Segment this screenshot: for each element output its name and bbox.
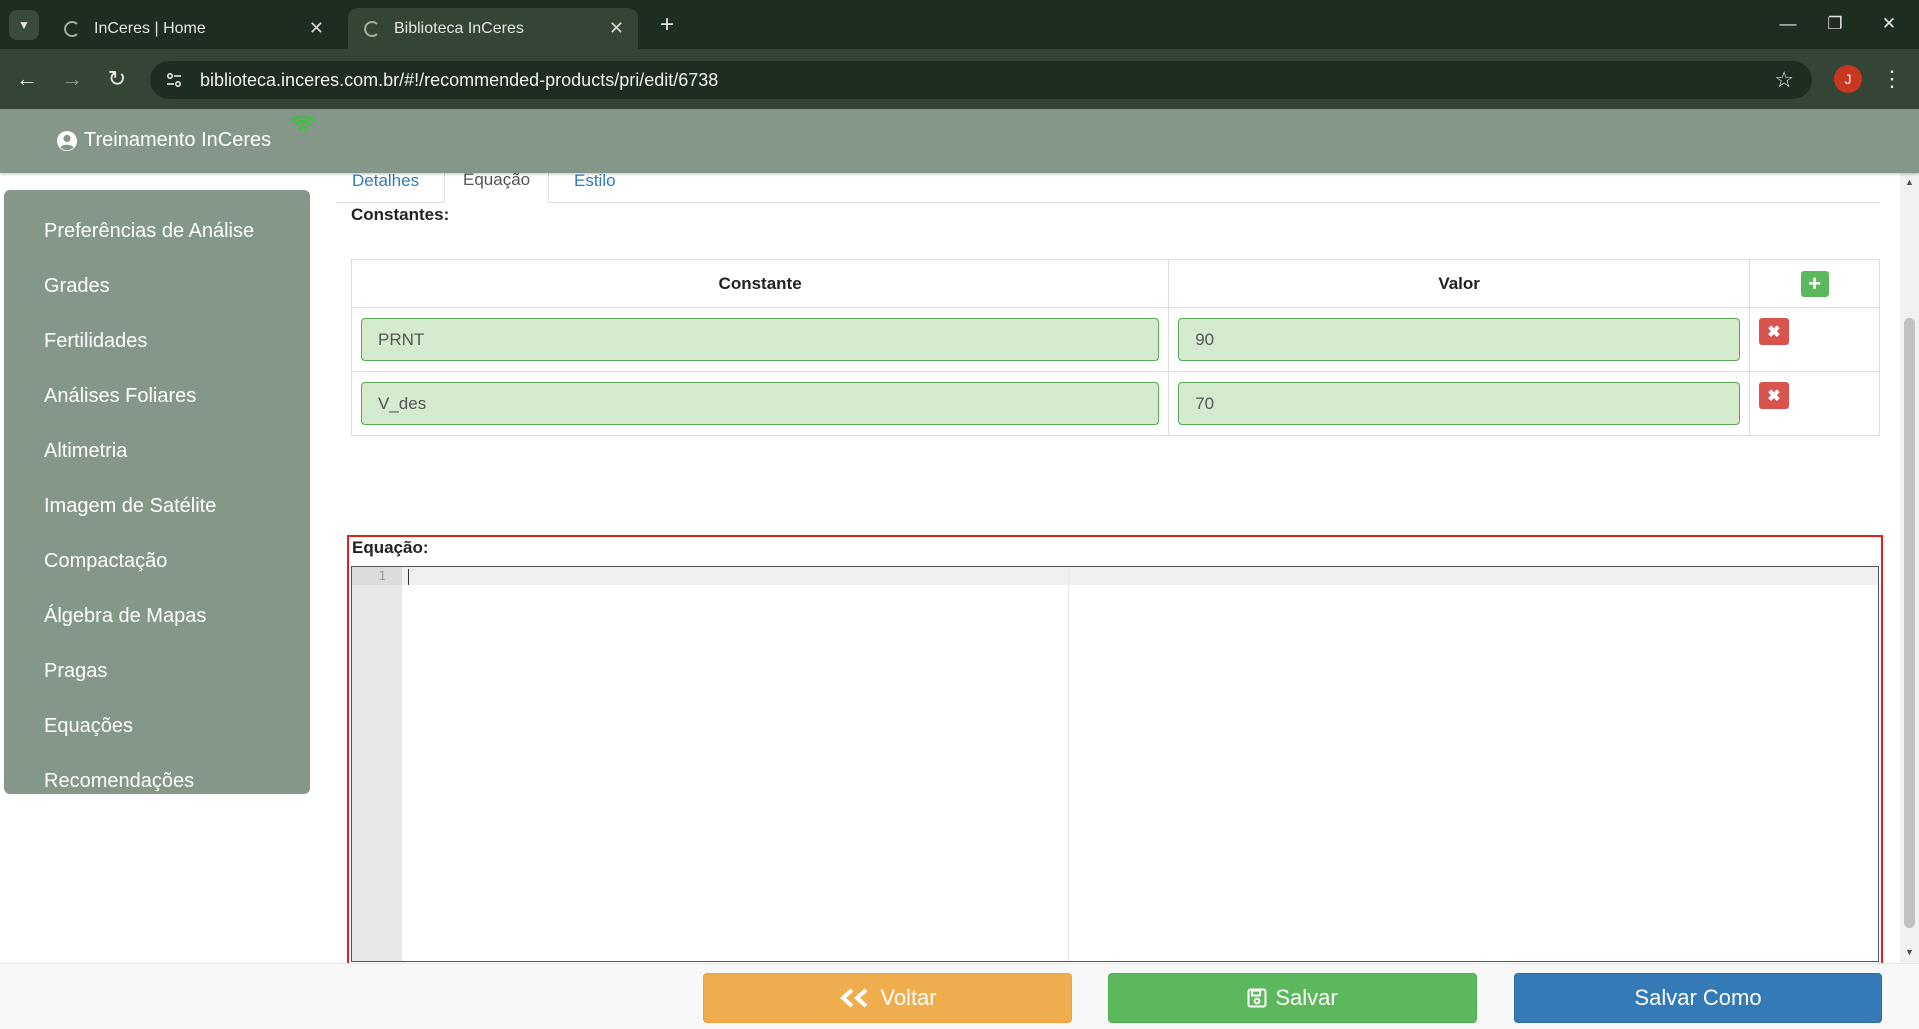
connection-wifi-icon (290, 115, 316, 131)
user-menu[interactable]: Treinamento InCeres (56, 129, 271, 152)
tab-title: InCeres | Home (94, 19, 206, 37)
equation-code-editor[interactable]: 1 (351, 566, 1879, 962)
app-header: Treinamento InCeres (0, 109, 1919, 173)
tab-title: Biblioteca InCeres (394, 19, 524, 37)
bookmark-star-icon[interactable]: ☆ (1774, 67, 1794, 93)
scroll-up-arrow-icon[interactable]: ▲ (1904, 177, 1915, 187)
print-margin (1068, 567, 1069, 961)
save-button-label: Salvar (1275, 985, 1338, 1010)
equation-label: Equação: (352, 538, 429, 557)
floppy-disk-icon (1247, 988, 1267, 1008)
site-settings-icon[interactable] (156, 62, 192, 98)
minimize-button[interactable]: — (1768, 8, 1808, 40)
sidebar-item-compactacao[interactable]: Compactação (4, 534, 310, 589)
close-icon[interactable]: ✕ (309, 18, 324, 39)
sidebar-item-label: Equações (44, 715, 133, 737)
browser-tab-bar: ▼ InCeres | Home ✕ Biblioteca InCeres ✕ … (0, 0, 1919, 49)
browser-menu-icon[interactable]: ⋮ (1878, 63, 1906, 95)
user-circle-icon (57, 130, 77, 151)
sidebar-item-label: Álgebra de Mapas (44, 605, 207, 627)
chevron-down-icon: ▼ (18, 18, 30, 32)
sidebar-item-label: Grades (44, 275, 110, 297)
sidebar-item-label: Altimetria (44, 440, 128, 462)
column-header-constante: Constante (350, 259, 1170, 308)
browser-tab-home[interactable]: InCeres | Home ✕ (48, 8, 338, 49)
page-scrollbar[interactable]: ▲ ▼ (1900, 173, 1919, 963)
table-row: V_des 70 ✖ (350, 371, 1880, 436)
line-number: 1 (378, 569, 386, 583)
back-button-label: Voltar (880, 985, 937, 1010)
constants-table: Constante Valor + PRNT 90 ✖ V_des 70 ✖ (350, 259, 1880, 436)
close-icon: ✖ (1767, 387, 1781, 405)
sidebar: Preferências de Análise Grades Fertilida… (4, 190, 310, 794)
sidebar-item-altimetria[interactable]: Altimetria (4, 424, 310, 479)
back-button[interactable]: Voltar (703, 973, 1072, 1023)
restore-button[interactable]: ❐ (1815, 8, 1855, 40)
sidebar-item-pragas[interactable]: Pragas (4, 644, 310, 699)
action-footer: Voltar Salvar Salvar Como (0, 963, 1919, 1029)
sidebar-item-label: Recomendações (44, 770, 195, 792)
remove-constant-button[interactable]: ✖ (1759, 318, 1789, 345)
save-as-button-label: Salvar Como (1634, 985, 1762, 1010)
browser-toolbar: ← → ↻ biblioteca.inceres.com.br/#!/recom… (0, 49, 1919, 109)
inceres-favicon-icon (62, 19, 82, 39)
active-line-highlight (352, 567, 1878, 585)
profile-avatar[interactable]: J (1834, 65, 1862, 93)
address-bar[interactable]: biblioteca.inceres.com.br/#!/recommended… (150, 61, 1812, 99)
scrollbar-thumb[interactable] (1904, 318, 1915, 928)
constants-label: Constantes: (351, 205, 450, 224)
sidebar-item-label: Compactação (44, 550, 168, 572)
double-chevron-left-icon (838, 988, 872, 1008)
table-header-row: Constante Valor + (350, 259, 1880, 308)
constant-value-input[interactable]: 90 (1178, 318, 1740, 361)
sidebar-item-equacoes[interactable]: Equações (4, 699, 310, 754)
constant-value-input[interactable]: 70 (1178, 382, 1740, 425)
url-text[interactable]: biblioteca.inceres.com.br/#!/recommended… (200, 70, 718, 91)
forward-arrow-icon[interactable]: → (56, 63, 88, 95)
save-button[interactable]: Salvar (1108, 973, 1477, 1023)
sidebar-item-label: Imagem de Satélite (44, 495, 217, 517)
close-icon: ✖ (1767, 323, 1781, 341)
editor-gutter: 1 (352, 567, 402, 961)
close-icon[interactable]: ✕ (609, 18, 624, 39)
reload-icon[interactable]: ↻ (101, 63, 133, 95)
column-header-valor: Valor (1168, 259, 1750, 308)
sidebar-item-label: Pragas (44, 660, 108, 682)
constant-name-input[interactable]: V_des (361, 382, 1160, 425)
text-cursor (408, 569, 409, 585)
browser-tab-biblioteca[interactable]: Biblioteca InCeres ✕ (348, 8, 638, 49)
sidebar-item-fertilidades[interactable]: Fertilidades (4, 314, 310, 369)
constant-name-input[interactable]: PRNT (361, 318, 1160, 361)
column-header-actions: + (1749, 259, 1880, 308)
add-constant-button[interactable]: + (1800, 270, 1829, 297)
remove-constant-button[interactable]: ✖ (1759, 382, 1789, 409)
sidebar-item-label: Fertilidades (44, 330, 148, 352)
plus-icon: + (1808, 270, 1821, 296)
tab-search-button[interactable]: ▼ (9, 10, 39, 40)
sidebar-item-label: Análises Foliares (44, 385, 197, 407)
sidebar-item-analises-foliares[interactable]: Análises Foliares (4, 369, 310, 424)
save-as-button[interactable]: Salvar Como (1514, 973, 1882, 1023)
sidebar-item-preferencias-analise[interactable]: Preferências de Análise (4, 204, 310, 259)
back-arrow-icon[interactable]: ← (11, 63, 43, 95)
user-name: Treinamento InCeres (84, 129, 272, 151)
new-tab-button[interactable]: + (652, 10, 682, 40)
sidebar-item-imagem-satelite[interactable]: Imagem de Satélite (4, 479, 310, 534)
sidebar-item-label: Preferências de Análise (44, 220, 255, 242)
close-window-button[interactable]: ✕ (1869, 8, 1909, 40)
sidebar-item-recomendacoes[interactable]: Recomendações (4, 754, 310, 809)
scroll-down-arrow-icon[interactable]: ▼ (1904, 947, 1915, 957)
sidebar-item-grades[interactable]: Grades (4, 259, 310, 314)
loading-favicon-icon (362, 19, 382, 39)
sidebar-item-algebra-mapas[interactable]: Álgebra de Mapas (4, 589, 310, 644)
table-row: PRNT 90 ✖ (350, 307, 1880, 372)
